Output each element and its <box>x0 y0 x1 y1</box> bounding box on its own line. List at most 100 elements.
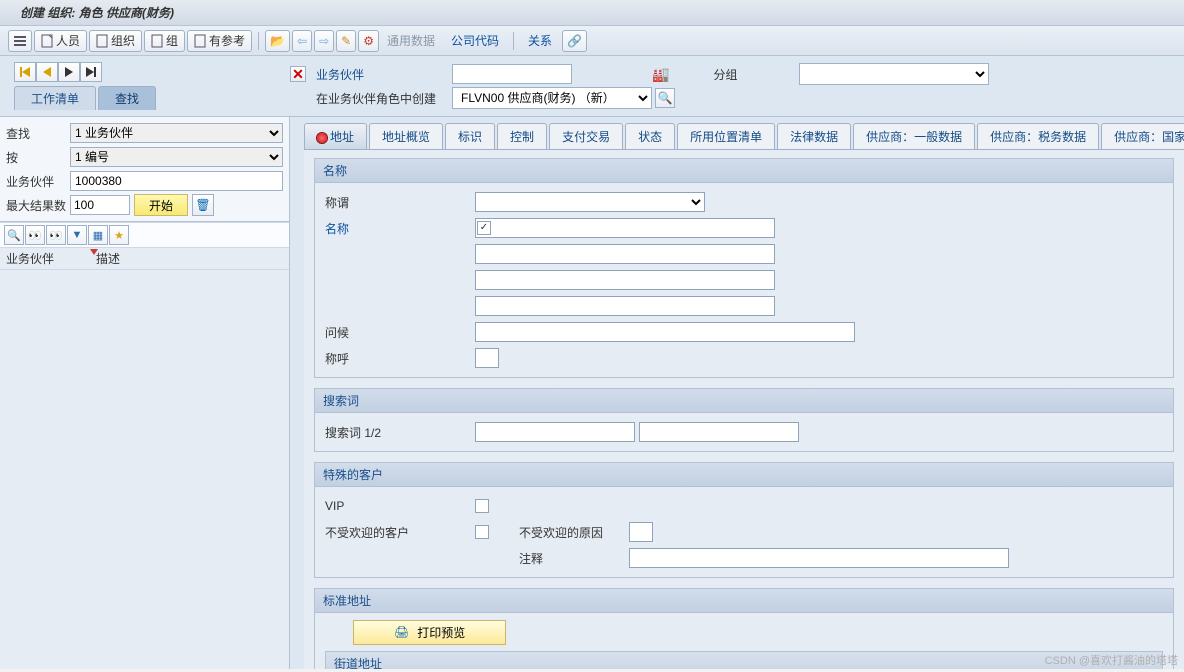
settings-button[interactable]: ⚙ <box>358 30 379 52</box>
tab-usage[interactable]: 所用位置清单 <box>677 123 775 149</box>
col-bp: 业务伙伴 <box>0 250 90 267</box>
last-icon <box>85 67 97 77</box>
searchterm-label: 搜索词 1/2 <box>325 424 475 441</box>
first-icon <box>19 67 31 77</box>
tab-vendor-tax[interactable]: 供应商：税务数据 <box>977 123 1099 149</box>
find-label: 查找 <box>6 125 70 142</box>
check-icon: ✎ <box>341 34 351 48</box>
start-button[interactable]: 开始 <box>134 194 188 216</box>
find-btn2[interactable]: 👀 <box>46 225 66 245</box>
result-header: 业务伙伴 描述 <box>0 248 289 270</box>
tab-control[interactable]: 控制 <box>497 123 547 149</box>
binoculars-icon: 👀 <box>49 229 63 242</box>
bp-num-input[interactable] <box>70 171 283 191</box>
factory-icon: 🏭 <box>652 66 669 83</box>
tab-address-overview[interactable]: 地址概览 <box>369 123 443 149</box>
unwelcome-label: 不受欢迎的客户 <box>325 524 475 541</box>
group-name: 名称 称谓 名称 问候 称呼 <box>314 158 1174 378</box>
main-tabs: 地址 地址概览 标识 控制 支付交易 状态 所用位置清单 法律数据 供应商：一般… <box>304 123 1184 149</box>
group-special-customer: 特殊的客户 VIP 不受欢迎的客户 不受欢迎的原因 注释 <box>314 462 1174 578</box>
toolbar-separator <box>513 32 514 50</box>
group-button[interactable]: 组 <box>144 30 185 52</box>
searchterm2-input[interactable] <box>639 422 799 442</box>
tab-legal[interactable]: 法律数据 <box>777 123 851 149</box>
group-select[interactable] <box>799 63 989 85</box>
page-icon <box>96 34 108 48</box>
role-search-button[interactable]: 🔍 <box>655 88 675 108</box>
bp-num-label: 业务伙伴 <box>6 173 70 190</box>
salutation-input[interactable] <box>475 348 499 368</box>
tab-find[interactable]: 查找 <box>98 86 156 110</box>
layout-button[interactable]: ▦ <box>88 225 108 245</box>
col-desc: 描述 <box>96 252 120 266</box>
note-label: 注释 <box>519 550 629 567</box>
printer-icon: 🖨 <box>394 625 409 639</box>
next-button[interactable]: ⇨ <box>314 30 334 52</box>
note-input[interactable] <box>629 548 1009 568</box>
open-button[interactable]: 📂 <box>265 30 290 52</box>
role-select[interactable]: FLVN00 供应商(财务) （新） <box>452 87 652 109</box>
detail-button[interactable]: 🔍 <box>4 225 24 245</box>
header-area: 工作清单 查找 ✕ 业务伙伴 🏭 分组 在业务伙伴角色中创建 FLVN00 供应… <box>0 56 1184 117</box>
name-input-1[interactable] <box>475 218 775 238</box>
name-input-3[interactable] <box>475 270 775 290</box>
max-input[interactable] <box>70 195 130 215</box>
unwelcome-reason-input[interactable] <box>629 522 653 542</box>
group-stdaddr-header: 标准地址 <box>315 589 1173 613</box>
window-title: 创建 组织: 角色 供应商(财务) <box>0 0 1184 26</box>
bp-input[interactable] <box>452 64 572 84</box>
last-record-button[interactable] <box>80 62 102 82</box>
main-toolbar: 人员 组织 组 有参考 📂 ⇦ ⇨ ✎ ⚙ 通用数据 公司代码 关系 🔗 <box>0 26 1184 56</box>
by-select[interactable]: 1 编号 <box>70 147 283 167</box>
fav-button[interactable]: ★ <box>109 225 129 245</box>
tab-vendor-country[interactable]: 供应商：国家/地 <box>1101 123 1184 149</box>
tab-vendor-general[interactable]: 供应商：一般数据 <box>853 123 975 149</box>
unwelcome-checkbox[interactable] <box>475 525 489 539</box>
page-icon <box>194 34 206 48</box>
name-label: 名称 <box>325 220 475 237</box>
bp-label: 业务伙伴 <box>312 66 452 83</box>
name-input-4[interactable] <box>475 296 775 316</box>
left-panel: 查找 1 业务伙伴 按 1 编号 业务伙伴 最大结果数 开始 🗑 🔍 👀 👀 ▼… <box>0 117 290 669</box>
searchterm1-input[interactable] <box>475 422 635 442</box>
org-button[interactable]: 组织 <box>89 30 142 52</box>
toolbar-separator <box>258 32 259 50</box>
tab-worklist[interactable]: 工作清单 <box>14 86 96 110</box>
prev-icon <box>42 67 52 77</box>
group-label: 分组 <box>709 66 799 83</box>
close-panel-button[interactable]: ✕ <box>290 66 306 82</box>
relation-more-button[interactable]: 🔗 <box>562 30 587 52</box>
find-btn1[interactable]: 👀 <box>25 225 45 245</box>
person-button[interactable]: 人员 <box>34 30 87 52</box>
tab-payment[interactable]: 支付交易 <box>549 123 623 149</box>
greeting-input[interactable] <box>475 322 855 342</box>
check-button[interactable]: ✎ <box>336 30 356 52</box>
group-search-header: 搜索词 <box>315 389 1173 413</box>
menu-icon <box>13 34 27 48</box>
name-input-2[interactable] <box>475 244 775 264</box>
prev-button[interactable]: ⇦ <box>292 30 312 52</box>
tab-status[interactable]: 状态 <box>625 123 675 149</box>
find-select[interactable]: 1 业务伙伴 <box>70 123 283 143</box>
left-tabs: 工作清单 查找 <box>14 86 290 110</box>
next-icon <box>64 67 74 77</box>
company-code-link[interactable]: 公司代码 <box>443 32 507 49</box>
magnifier-icon: 🔍 <box>658 91 673 105</box>
tab-ident[interactable]: 标识 <box>445 123 495 149</box>
withref-button[interactable]: 有参考 <box>187 30 252 52</box>
tab-address[interactable]: 地址 <box>304 123 367 149</box>
filter-button[interactable]: ▼ <box>67 225 87 245</box>
prev-record-button[interactable] <box>36 62 58 82</box>
title-select[interactable] <box>475 192 705 212</box>
record-nav <box>14 62 290 82</box>
generic-data-label: 通用数据 <box>381 32 441 49</box>
first-record-button[interactable] <box>14 62 36 82</box>
next-record-button[interactable] <box>58 62 80 82</box>
clear-button[interactable]: 🗑 <box>192 194 214 216</box>
trash-icon: 🗑 <box>195 198 210 212</box>
relation-link[interactable]: 关系 <box>520 32 560 49</box>
menu-button[interactable] <box>8 30 32 52</box>
vip-checkbox[interactable] <box>475 499 489 513</box>
group-special-header: 特殊的客户 <box>315 463 1173 487</box>
print-preview-button[interactable]: 🖨 打印预览 <box>353 620 506 645</box>
